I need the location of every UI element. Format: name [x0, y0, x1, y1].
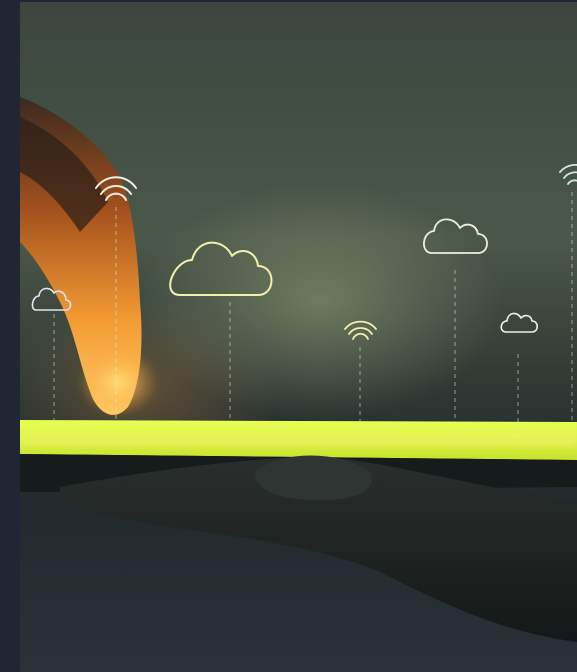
photo — [20, 2, 577, 672]
image-frame — [0, 0, 577, 672]
